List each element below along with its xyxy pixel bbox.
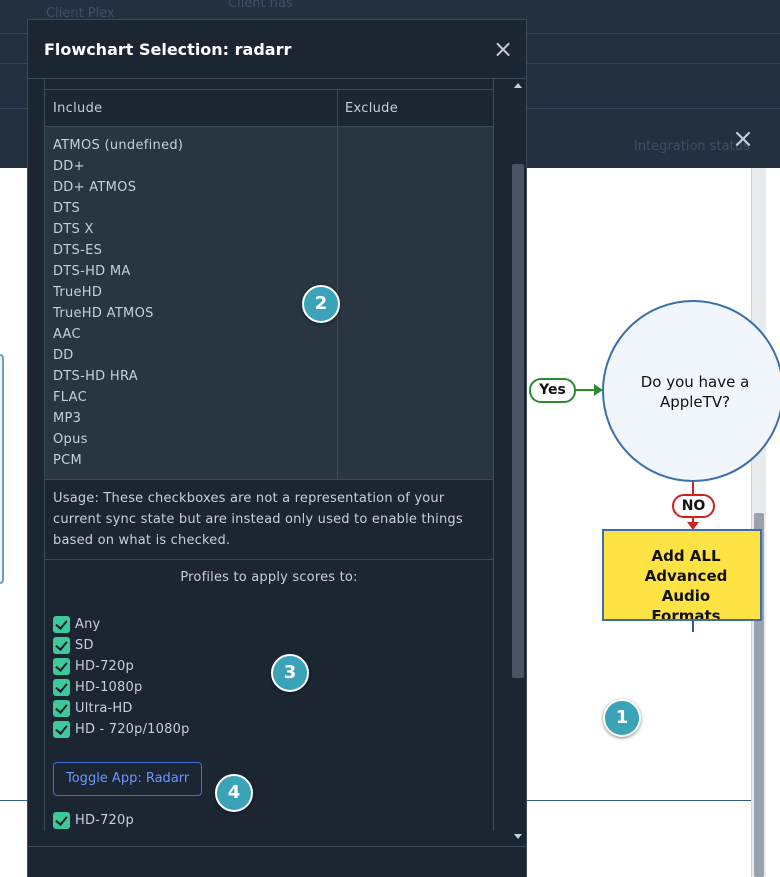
close-icon[interactable]: × — [490, 36, 516, 62]
checkbox-checked-icon[interactable] — [53, 679, 70, 696]
include-item[interactable]: DTS-HD HRA — [53, 367, 183, 388]
include-item[interactable]: Opus — [53, 430, 183, 451]
flowchart-action-node[interactable]: Add ALL Advanced Audio Formats — [602, 529, 762, 621]
profile-label: HD-720p — [75, 813, 134, 828]
modal-scrollbar[interactable] — [510, 79, 526, 846]
annotation-badge-3: 3 — [271, 654, 309, 692]
include-item[interactable]: DTS — [53, 199, 183, 220]
profile-checkbox-item[interactable]: Ultra-HD — [53, 698, 493, 719]
modal-header: Flowchart Selection: radarr × — [28, 20, 526, 79]
toggle-app-button[interactable]: Toggle App: Radarr — [53, 762, 203, 796]
flowchart-arrow — [576, 389, 596, 391]
profiles-list: Any SD HD-720p HD-1080p Ultra-HD HD - 720p/10… — [45, 614, 493, 740]
table-body: ATMOS (undefined) DD+ DD+ ATMOS DTS DTS X DTS… — [45, 127, 493, 480]
include-item[interactable]: AAC — [53, 325, 183, 346]
divider — [337, 90, 338, 127]
include-column-header: Include — [53, 101, 103, 116]
annotation-badge-2: 2 — [302, 285, 340, 323]
modal-footer — [28, 846, 526, 877]
include-item[interactable]: DTS-ES — [53, 241, 183, 262]
profile-label: HD - 720p/1080p — [75, 722, 190, 737]
include-item[interactable]: DTS-HD MA — [53, 262, 183, 283]
flowchart-no-label: NO — [672, 494, 715, 518]
profile-checkbox-item[interactable]: HD - 720p/1080p — [53, 719, 493, 740]
profile-label: SD — [75, 638, 94, 653]
scrollbar-thumb[interactable] — [512, 164, 524, 678]
profile-label: Ultra-HD — [75, 701, 133, 716]
background-label: Client nas — [228, 0, 293, 11]
flowchart-question-node[interactable]: Do you have a AppleTV? — [602, 300, 780, 482]
flowchart-arrow — [692, 482, 694, 494]
include-item[interactable]: MP3 — [53, 409, 183, 430]
include-item[interactable]: TrueHD — [53, 283, 183, 304]
profile-checkbox-item[interactable]: Any — [53, 614, 493, 635]
annotation-badge-4: 4 — [215, 774, 253, 812]
include-item[interactable]: DD+ ATMOS — [53, 178, 183, 199]
checkbox-checked-icon[interactable] — [53, 721, 70, 738]
flowchart-scrollbar[interactable] — [751, 168, 780, 877]
include-item[interactable]: DTS X — [53, 220, 183, 241]
flowchart-yes-label: Yes — [529, 378, 576, 403]
flowchart-selection-modal: Flowchart Selection: radarr × Include Ex… — [27, 19, 527, 877]
action-text: Add ALL Advanced Audio Formats — [644, 547, 728, 621]
include-item[interactable]: TrueHD ATMOS — [53, 304, 183, 325]
checkbox-checked-icon[interactable] — [53, 637, 70, 654]
include-item[interactable]: DD+ — [53, 157, 183, 178]
exclude-column-header: Exclude — [345, 101, 399, 116]
question-text: Do you have a AppleTV? — [640, 373, 750, 411]
include-item[interactable]: FLAC — [53, 388, 183, 409]
scroll-down-icon[interactable] — [514, 834, 522, 839]
annotation-badge-1: 1 — [603, 699, 641, 737]
scroll-up-icon[interactable] — [514, 83, 522, 88]
usage-note: Usage: These checkboxes are not a repres… — [45, 480, 493, 560]
include-item[interactable]: ATMOS (undefined) — [53, 136, 183, 157]
checkbox-checked-icon[interactable] — [53, 658, 70, 675]
checkbox-checked-icon[interactable] — [53, 812, 70, 829]
checkbox-checked-icon[interactable] — [53, 616, 70, 633]
include-item[interactable]: DD — [53, 346, 183, 367]
profile-checkbox-item[interactable]: HD-720p — [53, 810, 493, 831]
modal-body: Include Exclude ATMOS (undefined) DD+ DD+ … — [28, 79, 526, 846]
include-item[interactable]: PCM — [53, 451, 183, 472]
flowchart-node-partial — [0, 354, 4, 584]
flowchart-connector — [692, 621, 694, 632]
profile-label: HD-720p — [75, 659, 134, 674]
table-header: Include Exclude — [45, 90, 493, 127]
profile-label: Any — [75, 617, 101, 632]
profiles-title: Profiles to apply scores to: — [180, 570, 358, 585]
modal-title: Flowchart Selection: radarr — [44, 40, 292, 59]
profile-label: HD-1080p — [75, 680, 143, 695]
close-icon[interactable]: × — [729, 125, 757, 153]
include-list: ATMOS (undefined) DD+ DD+ ATMOS DTS DTS X DTS… — [53, 136, 183, 472]
checkbox-checked-icon[interactable] — [53, 700, 70, 717]
profiles-list: HD-720p — [45, 810, 493, 831]
table-top-spacer — [45, 79, 493, 90]
modal-content: Include Exclude ATMOS (undefined) DD+ DD+ … — [44, 79, 494, 831]
profile-checkbox-item[interactable]: SD — [53, 635, 493, 656]
